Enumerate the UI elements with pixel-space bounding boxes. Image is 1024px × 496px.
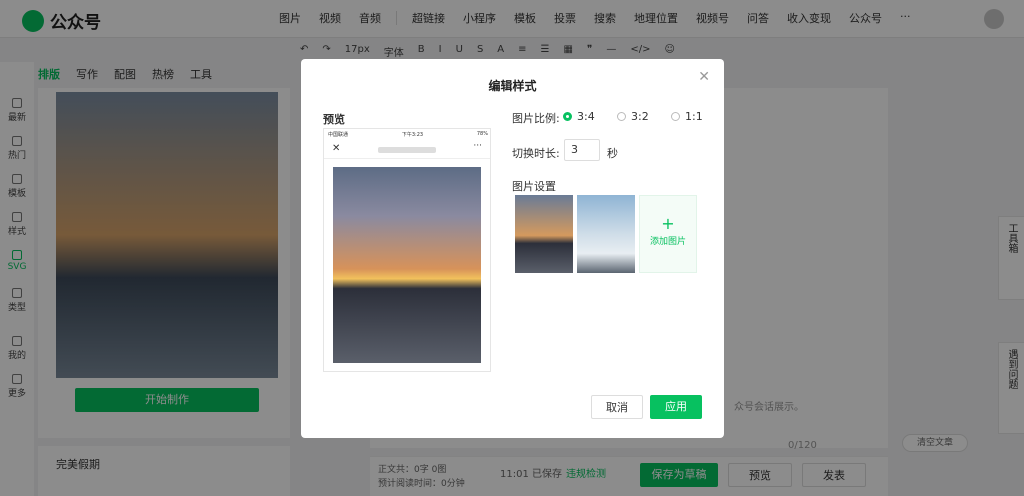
ratio-option-1-1[interactable]: 1:1 (671, 110, 703, 123)
plus-icon: + (661, 214, 675, 233)
radio-checked-icon (563, 112, 572, 121)
duration-unit: 秒 (607, 147, 618, 160)
ratio-option-label: 3:4 (577, 110, 595, 123)
image-thumbnail[interactable] (577, 195, 635, 273)
add-image-label: 添加图片 (649, 237, 686, 247)
ratio-option-3-2[interactable]: 3:2 (617, 110, 649, 123)
cancel-button[interactable]: 取消 (591, 395, 643, 419)
radio-icon (617, 112, 626, 121)
phone-close-icon: ✕ (332, 143, 341, 154)
ratio-label: 图片比例: (512, 112, 560, 125)
duration-label: 切换时长: (512, 147, 560, 160)
ratio-option-3-4[interactable]: 3:4 (563, 110, 595, 123)
image-settings-label: 图片设置 (512, 180, 556, 193)
dialog-title: 编辑样式 (488, 79, 537, 93)
phone-preview: 中国联通 下午3:23 78% ✕ ··· (323, 128, 491, 372)
phone-time: 下午3:23 (401, 132, 424, 138)
battery: 78% (476, 131, 488, 137)
ratio-option-label: 3:2 (631, 110, 649, 123)
image-thumbnail[interactable] (515, 195, 573, 273)
preview-label: 预览 (323, 113, 345, 126)
phone-more-icon: ··· (473, 141, 482, 151)
preview-photo (333, 167, 481, 363)
duration-input[interactable]: 3 (564, 139, 600, 161)
apply-button[interactable]: 应用 (650, 395, 702, 419)
carrier: 中国联通 (328, 132, 349, 138)
close-icon[interactable]: ✕ (698, 69, 710, 85)
radio-icon (671, 112, 680, 121)
ratio-option-label: 1:1 (685, 110, 703, 123)
phone-navbar: ✕ ··· (324, 141, 490, 159)
edit-style-dialog: 编辑样式 ✕ 预览 中国联通 下午3:23 78% ✕ ··· 图片比例: 3:… (301, 59, 724, 438)
blurred-title (378, 147, 436, 153)
phone-status-bar: 中国联通 下午3:23 78% (328, 131, 488, 138)
add-image-button[interactable]: + 添加图片 (639, 195, 697, 273)
